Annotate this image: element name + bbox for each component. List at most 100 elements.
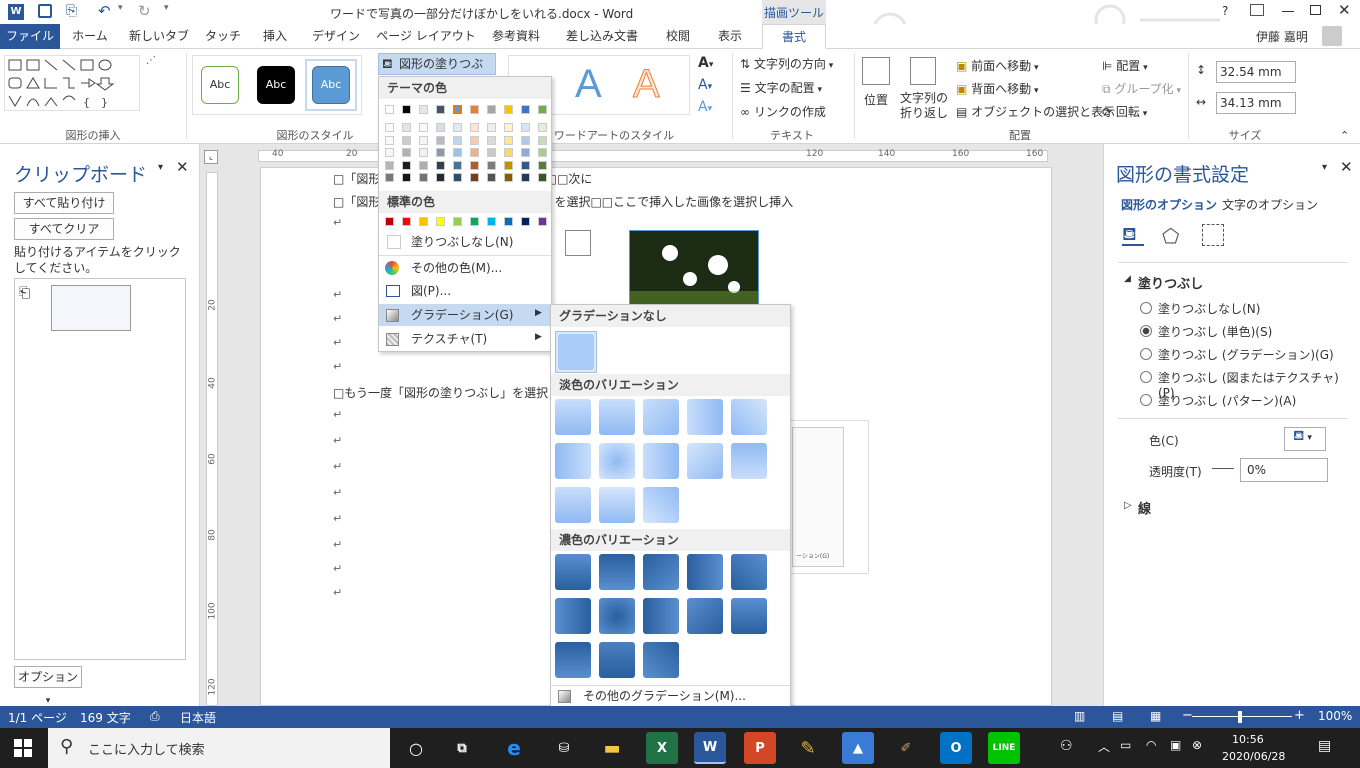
dark-gradient-swatch[interactable] — [687, 598, 723, 634]
tab-home[interactable]: ホーム — [62, 24, 118, 49]
cortana-icon[interactable]: ○ — [400, 732, 432, 764]
search-box[interactable]: ⚲ ここに入力して検索 — [48, 728, 390, 768]
text-fill-icon[interactable]: A▾ — [698, 55, 713, 71]
theme-shade-swatch[interactable] — [538, 123, 547, 132]
word-count[interactable]: 169 文字 — [80, 709, 131, 726]
dark-gradient-swatch[interactable] — [599, 554, 635, 590]
theme-color-swatch[interactable] — [436, 105, 445, 114]
standard-color-swatch[interactable] — [436, 217, 445, 226]
touch-mode-icon[interactable]: ⎘ — [66, 3, 84, 19]
theme-shade-swatch[interactable] — [487, 148, 496, 157]
minimize-icon[interactable] — [1282, 11, 1294, 12]
shape-style-blue-selected[interactable]: Abc — [305, 59, 357, 111]
light-gradient-swatch[interactable] — [643, 487, 679, 523]
outlook-icon[interactable]: O — [940, 732, 972, 764]
theme-shade-swatch[interactable] — [419, 148, 428, 157]
fill-line-icon[interactable]: ⛾ — [1122, 224, 1144, 246]
theme-shade-swatch[interactable] — [504, 135, 513, 145]
send-backward-button[interactable]: ▣ 背面へ移動 ▾ — [956, 80, 1039, 97]
shape-style-outline[interactable]: Abc — [201, 66, 239, 104]
wordart-blue[interactable]: A — [575, 62, 602, 107]
wifi-icon[interactable]: ◠ — [1146, 738, 1156, 752]
dark-gradient-swatch[interactable] — [643, 598, 679, 634]
undo-icon[interactable]: ↶ — [98, 2, 111, 20]
theme-shade-swatch[interactable] — [538, 135, 547, 145]
theme-shade-swatch[interactable] — [419, 135, 428, 145]
dark-gradient-swatch[interactable] — [599, 642, 635, 678]
light-gradient-swatch[interactable] — [643, 399, 679, 435]
theme-shade-swatch[interactable] — [385, 160, 394, 170]
theme-shade-swatch[interactable] — [504, 173, 513, 182]
theme-shade-swatch[interactable] — [470, 135, 479, 145]
tab-mailings[interactable]: 差し込み文書 — [554, 24, 650, 49]
fill-option-radio[interactable] — [1140, 325, 1152, 337]
theme-color-swatch[interactable] — [521, 105, 530, 114]
theme-shade-swatch[interactable] — [487, 160, 496, 170]
powerpoint-icon[interactable]: P — [744, 732, 776, 764]
theme-shade-swatch[interactable] — [470, 173, 479, 182]
theme-shade-swatch[interactable] — [487, 173, 496, 182]
avatar[interactable] — [1322, 26, 1342, 46]
theme-shade-swatch[interactable] — [521, 135, 530, 145]
fill-option-label[interactable]: 塗りつぶし (単色)(S) — [1158, 323, 1272, 340]
transparency-slider[interactable] — [1212, 468, 1234, 469]
tab-format[interactable]: 書式 — [762, 24, 826, 49]
theme-shade-swatch[interactable] — [521, 173, 530, 182]
dark-gradient-swatch[interactable] — [643, 554, 679, 590]
standard-color-swatch[interactable] — [385, 217, 394, 226]
tab-text-options[interactable]: 文字のオプション — [1222, 196, 1318, 213]
line-section-header[interactable]: 線 — [1138, 498, 1151, 517]
theme-shade-swatch[interactable] — [453, 135, 462, 145]
pane-options-icon[interactable]: ▾ — [1322, 162, 1327, 173]
theme-color-swatch[interactable] — [453, 105, 462, 114]
language[interactable]: 日本語 — [180, 709, 216, 726]
theme-shade-swatch[interactable] — [538, 173, 547, 182]
edit-shape-icon[interactable]: ⋰ — [146, 55, 174, 111]
texture-item[interactable]: テクスチャ(T) — [379, 328, 551, 350]
paint-icon[interactable]: ✎ — [792, 732, 824, 764]
tab-file[interactable]: ファイル — [0, 24, 60, 49]
tab-page-layout[interactable]: ページ レイアウト — [374, 24, 478, 49]
tab-new[interactable]: 新しいタブ — [124, 24, 194, 49]
fill-option-radio[interactable] — [1140, 371, 1152, 383]
dark-gradient-swatch[interactable] — [687, 554, 723, 590]
standard-color-swatch[interactable] — [470, 217, 479, 226]
light-gradient-swatch[interactable] — [643, 443, 679, 479]
light-gradient-swatch[interactable] — [555, 399, 591, 435]
theme-color-swatch[interactable] — [538, 105, 547, 114]
fill-option-label[interactable]: 塗りつぶしなし(N) — [1158, 300, 1260, 317]
theme-shade-swatch[interactable] — [419, 123, 428, 132]
position-icon[interactable] — [862, 57, 890, 85]
standard-color-swatch[interactable] — [487, 217, 496, 226]
print-layout-icon[interactable]: ▤ — [1112, 709, 1123, 723]
quick-access-customize-icon[interactable]: ▾ — [164, 3, 169, 13]
clock-time[interactable]: 10:56 — [1232, 733, 1264, 746]
dark-gradient-swatch[interactable] — [643, 642, 679, 678]
line-app-icon[interactable]: LINE — [988, 732, 1020, 764]
wordart-orange[interactable]: A — [633, 62, 661, 107]
theme-shade-swatch[interactable] — [538, 148, 547, 157]
save-icon[interactable] — [38, 4, 52, 18]
mic-muted-icon[interactable]: ⊗ — [1192, 738, 1202, 752]
layout-options-icon[interactable] — [565, 230, 591, 256]
theme-shade-swatch[interactable] — [402, 173, 411, 182]
zoom-slider-thumb[interactable] — [1238, 711, 1242, 723]
light-gradient-swatch[interactable] — [731, 399, 767, 435]
theme-shade-swatch[interactable] — [385, 135, 394, 145]
theme-shade-swatch[interactable] — [402, 123, 411, 132]
theme-shade-swatch[interactable] — [453, 160, 462, 170]
theme-shade-swatch[interactable] — [419, 173, 428, 182]
theme-shade-swatch[interactable] — [504, 148, 513, 157]
theme-shade-swatch[interactable] — [385, 123, 394, 132]
volume-icon[interactable]: ▣ — [1170, 738, 1181, 752]
tab-touch[interactable]: タッチ — [200, 24, 246, 49]
theme-shade-swatch[interactable] — [385, 173, 394, 182]
standard-color-swatch[interactable] — [419, 217, 428, 226]
tab-view[interactable]: 表示 — [706, 24, 754, 49]
text-outline-icon[interactable]: A▾ — [698, 77, 712, 93]
fill-option-radio[interactable] — [1140, 394, 1152, 406]
theme-color-swatch[interactable] — [504, 105, 513, 114]
fill-option-label[interactable]: 塗りつぶし (グラデーション)(G) — [1158, 346, 1334, 363]
light-gradient-swatch[interactable] — [555, 443, 591, 479]
tab-review[interactable]: 校閲 — [656, 24, 700, 49]
